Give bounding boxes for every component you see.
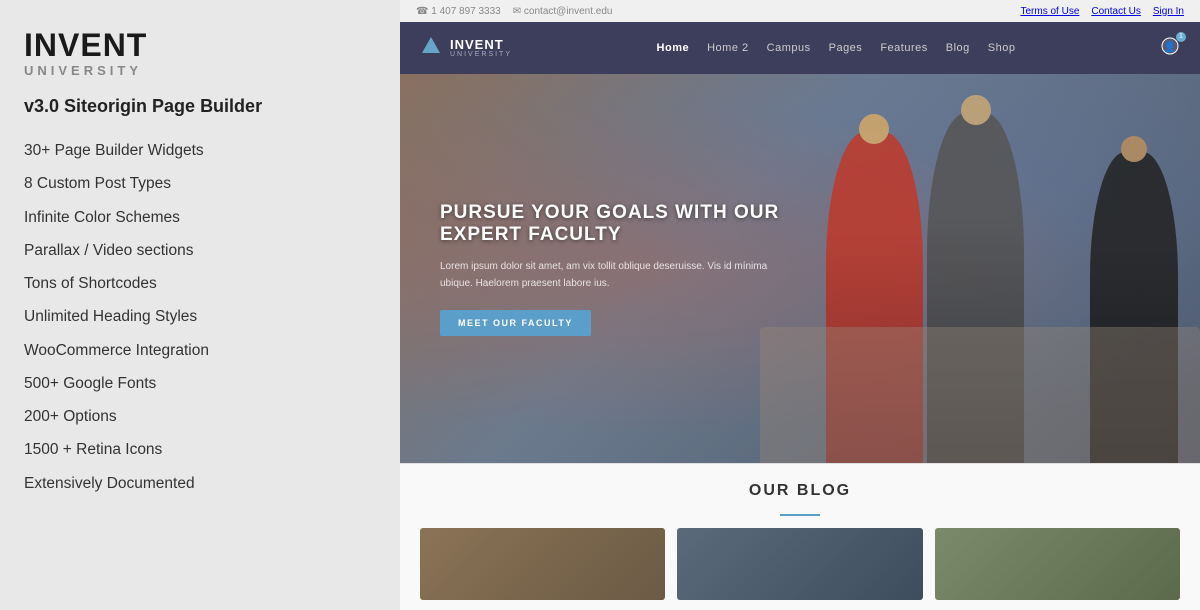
- list-item: Infinite Color Schemes: [24, 202, 376, 233]
- nav-shop[interactable]: Shop: [988, 42, 1016, 54]
- blog-thumbnail-3[interactable]: [935, 528, 1180, 600]
- nav-campus[interactable]: Campus: [767, 42, 811, 54]
- signin-link[interactable]: Sign In: [1153, 6, 1184, 17]
- navbar-brand-name: INVENT: [450, 38, 512, 51]
- list-item: WooCommerce Integration: [24, 335, 376, 366]
- navbar-brand: INVENT UNIVERSITY: [420, 35, 512, 62]
- people-block: [760, 74, 1200, 463]
- svg-text:👤: 👤: [1164, 40, 1176, 53]
- list-item: 8 Custom Post Types: [24, 168, 376, 199]
- hero-headline: PURSUE YOUR GOALS WITH OUR EXPERT FACULT…: [440, 202, 780, 246]
- hero-section: PURSUE YOUR GOALS WITH OUR EXPERT FACULT…: [400, 74, 1200, 463]
- contact-link[interactable]: Contact Us: [1091, 6, 1140, 17]
- nav-home[interactable]: Home: [657, 42, 690, 54]
- right-panel: ☎ 1 407 897 3333 ✉ contact@invent.edu Te…: [400, 0, 1200, 610]
- list-item: 1500 + Retina Icons: [24, 434, 376, 465]
- list-item: Extensively Documented: [24, 468, 376, 499]
- cart-icon[interactable]: 👤 1: [1160, 36, 1180, 61]
- brand-title: INVENT: [24, 28, 376, 63]
- navbar: INVENT UNIVERSITY Home Home 2 Campus Pag…: [400, 22, 1200, 74]
- list-item: 30+ Page Builder Widgets: [24, 135, 376, 166]
- list-item: Unlimited Heading Styles: [24, 301, 376, 332]
- email-address: ✉ contact@invent.edu: [513, 6, 613, 17]
- blog-title: OUR BLOG: [420, 482, 1180, 500]
- blog-thumbnail-1[interactable]: [420, 528, 665, 600]
- list-item: 200+ Options: [24, 401, 376, 432]
- nav-features[interactable]: Features: [880, 42, 927, 54]
- logo-icon: [420, 35, 442, 62]
- features-list: 30+ Page Builder Widgets 8 Custom Post T…: [24, 135, 376, 499]
- cart-badge: 1: [1176, 32, 1186, 42]
- top-bar-right: Terms of Use Contact Us Sign In: [1020, 6, 1184, 17]
- nav-pages[interactable]: Pages: [829, 42, 863, 54]
- hero-description: Lorem ipsum dolor sit amet, am vix tolli…: [440, 258, 780, 292]
- top-bar: ☎ 1 407 897 3333 ✉ contact@invent.edu Te…: [400, 0, 1200, 22]
- nav-blog[interactable]: Blog: [946, 42, 970, 54]
- blog-title-underline: [780, 514, 820, 516]
- version-line: v3.0 Siteorigin Page Builder: [24, 96, 376, 117]
- blog-section: OUR BLOG: [400, 463, 1200, 610]
- nav-home2[interactable]: Home 2: [707, 42, 749, 54]
- top-bar-left: ☎ 1 407 897 3333 ✉ contact@invent.edu: [416, 6, 612, 17]
- hero-cta-button[interactable]: MEET OUR FACULTY: [440, 310, 591, 336]
- blog-thumbnail-2[interactable]: [677, 528, 922, 600]
- table-overlay: [760, 327, 1200, 463]
- list-item: 500+ Google Fonts: [24, 368, 376, 399]
- hero-content: PURSUE YOUR GOALS WITH OUR EXPERT FACULT…: [400, 172, 820, 366]
- left-panel: INVENT UNIVERSITY v3.0 Siteorigin Page B…: [0, 0, 400, 610]
- terms-link[interactable]: Terms of Use: [1020, 6, 1079, 17]
- phone-number: ☎ 1 407 897 3333: [416, 6, 501, 17]
- blog-thumbnails: [420, 528, 1180, 600]
- navbar-brand-sub: UNIVERSITY: [450, 51, 512, 58]
- list-item: Tons of Shortcodes: [24, 268, 376, 299]
- brand-subtitle: UNIVERSITY: [24, 63, 376, 78]
- navbar-nav: Home Home 2 Campus Pages Features Blog S…: [657, 42, 1016, 54]
- navbar-brand-text: INVENT UNIVERSITY: [450, 38, 512, 58]
- list-item: Parallax / Video sections: [24, 235, 376, 266]
